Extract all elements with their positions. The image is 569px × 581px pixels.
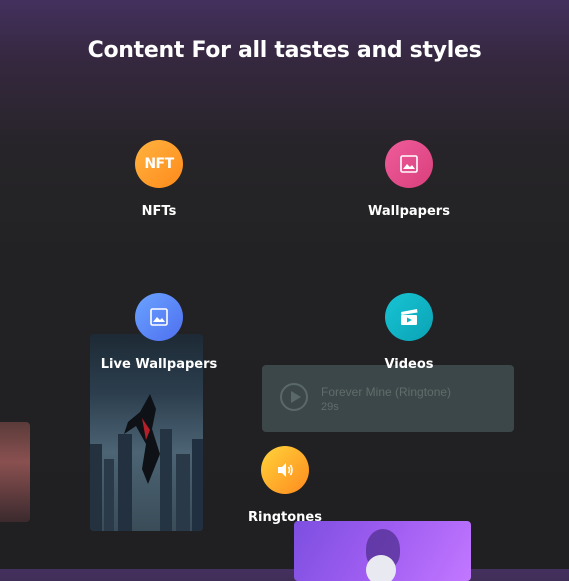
category-nfts[interactable]: NFT NFTs <box>74 140 244 219</box>
category-videos[interactable]: Videos <box>324 293 494 372</box>
video-play-icon[interactable] <box>366 555 396 581</box>
category-wallpapers[interactable]: Wallpapers <box>324 140 494 219</box>
category-label: NFTs <box>141 204 177 219</box>
live-image-icon <box>135 293 183 341</box>
speaker-icon <box>261 446 309 494</box>
video-preview-card[interactable] <box>294 521 471 581</box>
wallpaper-preview-card[interactable] <box>0 422 30 522</box>
category-label: Wallpapers <box>368 204 450 219</box>
nft-icon-text: NFT <box>144 156 174 172</box>
category-label: Live Wallpapers <box>100 357 218 372</box>
page-title: Content For all tastes and styles <box>87 38 482 63</box>
image-icon <box>385 140 433 188</box>
clapperboard-icon <box>385 293 433 341</box>
ringtone-duration: 29s <box>321 401 339 413</box>
play-icon[interactable] <box>280 383 308 411</box>
ringtone-title: Forever Mine (Ringtone) <box>321 385 452 399</box>
category-live-wallpapers[interactable]: Live Wallpapers <box>74 293 244 372</box>
ringtone-card[interactable]: Forever Mine (Ringtone) 29s <box>262 365 514 432</box>
category-ringtones[interactable]: Ringtones <box>200 446 370 525</box>
nft-icon: NFT <box>135 140 183 188</box>
category-label: Videos <box>384 357 434 372</box>
